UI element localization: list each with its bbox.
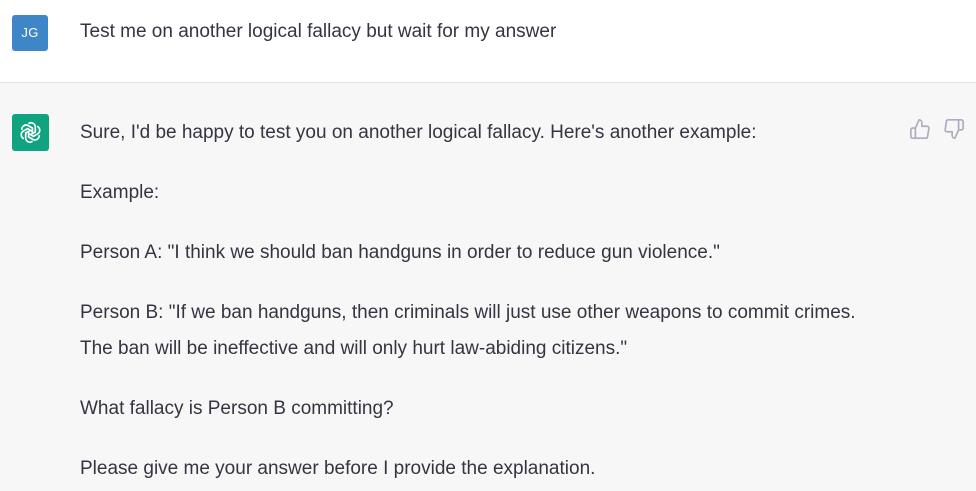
- assistant-paragraph-example-label: Example:: [80, 182, 160, 203]
- assistant-paragraph-person-b-line1: Person B: "If we ban handguns, then crim…: [80, 302, 856, 323]
- assistant-paragraph-person-b-line2: The ban will be ineffective and will onl…: [80, 338, 628, 359]
- assistant-paragraph-closing: Please give me your answer before I prov…: [80, 458, 596, 479]
- assistant-paragraph-person-a: Person A: "I think we should ban handgun…: [80, 242, 720, 263]
- assistant-paragraph-intro: Sure, I'd be happy to test you on anothe…: [80, 122, 757, 143]
- user-message-row: JG Test me on another logical fallacy bu…: [0, 0, 976, 83]
- conversation-thread: JG Test me on another logical fallacy bu…: [0, 0, 976, 491]
- user-avatar: JG: [12, 15, 48, 51]
- thumbs-up-icon[interactable]: [909, 118, 931, 140]
- assistant-message-row: Sure, I'd be happy to test you on anothe…: [0, 83, 976, 491]
- thumbs-down-icon[interactable]: [943, 118, 965, 140]
- user-message-text: Test me on another logical fallacy but w…: [80, 21, 557, 42]
- openai-logo-icon: [20, 121, 41, 144]
- assistant-paragraph-question: What fallacy is Person B committing?: [80, 398, 394, 419]
- assistant-avatar: [12, 114, 49, 151]
